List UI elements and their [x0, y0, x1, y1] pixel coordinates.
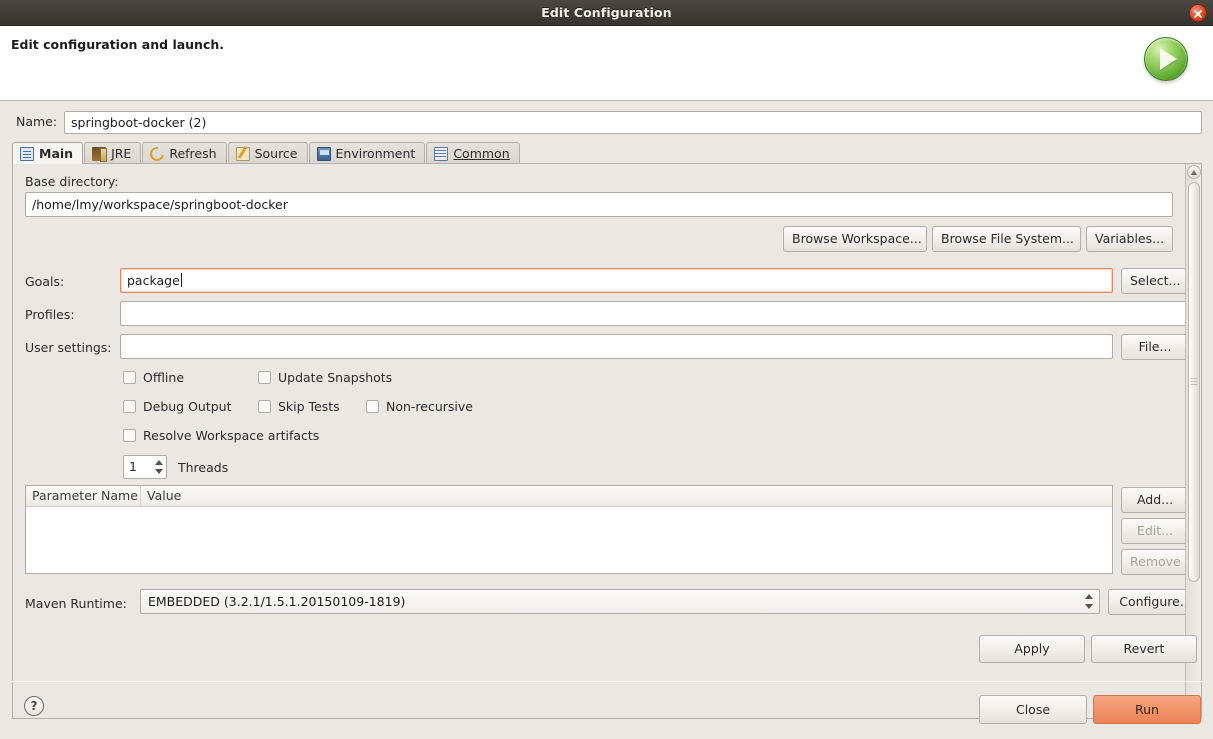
table-header: Parameter Name Value	[26, 486, 1112, 507]
checkbox-box-icon	[123, 371, 136, 384]
run-button[interactable]: Run	[1093, 695, 1201, 724]
apply-button[interactable]: Apply	[979, 635, 1085, 663]
browse-file-system-button[interactable]: Browse File System...	[932, 226, 1081, 252]
tab-refresh[interactable]: Refresh	[142, 142, 227, 164]
goals-input[interactable]: package	[120, 268, 1113, 293]
window-title: Edit Configuration	[541, 5, 672, 20]
text-cursor	[180, 273, 182, 287]
page-title: Edit configuration and launch.	[11, 37, 225, 52]
checkbox-debug-output-label: Debug Output	[143, 399, 232, 414]
tab-environment-label: Environment	[335, 146, 416, 161]
dialog-header: Edit configuration and launch.	[0, 26, 1213, 101]
name-input[interactable]	[64, 111, 1202, 134]
tab-common[interactable]: Common	[426, 142, 520, 164]
help-icon[interactable]: ?	[24, 696, 44, 716]
help-glyph: ?	[30, 699, 38, 713]
profiles-label: Profiles:	[25, 307, 75, 322]
tab-source[interactable]: Source	[227, 142, 308, 164]
parameters-table[interactable]: Parameter Name Value	[25, 485, 1113, 574]
chevron-updown-icon[interactable]	[1083, 593, 1095, 610]
maven-runtime-label: Maven Runtime:	[25, 596, 127, 611]
maven-runtime-configure-button[interactable]: Configure...	[1108, 589, 1185, 615]
jre-tab-icon	[92, 146, 108, 162]
edit-parameter-button: Edit...	[1121, 518, 1185, 544]
run-play-icon	[1141, 34, 1191, 84]
checkbox-non-recursive[interactable]: Non-recursive	[366, 399, 473, 414]
goals-select-button[interactable]: Select...	[1121, 268, 1185, 294]
profiles-input[interactable]	[120, 301, 1185, 326]
base-directory-label: Base directory:	[25, 174, 119, 189]
tab-bar: Main JRE Refresh Source Environment Comm…	[12, 142, 1202, 164]
tab-main[interactable]: Main	[12, 142, 84, 164]
table-body[interactable]	[26, 507, 1112, 573]
footer-divider	[12, 681, 1202, 682]
tab-common-label: Common	[453, 146, 510, 161]
goals-label: Goals:	[25, 274, 65, 289]
checkbox-box-icon	[258, 400, 271, 413]
common-tab-icon	[434, 146, 449, 161]
checkbox-debug-output[interactable]: Debug Output	[123, 399, 232, 414]
revert-button[interactable]: Revert	[1091, 635, 1197, 663]
checkbox-box-icon	[123, 400, 136, 413]
threads-value: 1	[129, 459, 137, 474]
table-column-value[interactable]: Value	[141, 486, 1113, 507]
scroll-up-icon[interactable]	[1187, 165, 1201, 179]
tab-main-label: Main	[39, 146, 74, 161]
user-settings-input[interactable]	[120, 334, 1113, 359]
name-row: Name:	[12, 111, 1202, 135]
refresh-tab-icon	[147, 143, 168, 164]
checkbox-non-recursive-label: Non-recursive	[386, 399, 473, 414]
maven-runtime-select[interactable]: EMBEDDED (3.2.1/1.5.1.20150109-1819)	[140, 589, 1100, 614]
threads-label: Threads	[178, 460, 229, 475]
scrollbar-thumb[interactable]	[1188, 182, 1200, 582]
dialog-body: Name: Main JRE Refresh Source	[0, 101, 1213, 739]
close-button[interactable]: Close	[979, 695, 1087, 724]
maven-runtime-value: EMBEDDED (3.2.1/1.5.1.20150109-1819)	[148, 594, 406, 609]
checkbox-offline[interactable]: Offline	[123, 370, 184, 385]
remove-parameter-button: Remove	[1121, 549, 1185, 575]
user-settings-file-button[interactable]: File...	[1121, 334, 1185, 360]
browse-workspace-button[interactable]: Browse Workspace...	[783, 226, 927, 252]
checkbox-skip-tests[interactable]: Skip Tests	[258, 399, 340, 414]
checkbox-update-snapshots-label: Update Snapshots	[278, 370, 393, 385]
source-tab-icon	[235, 146, 250, 161]
checkbox-resolve-workspace-artifacts[interactable]: Resolve Workspace artifacts	[123, 428, 319, 443]
table-column-parameter-name[interactable]: Parameter Name	[26, 486, 141, 507]
user-settings-label: User settings:	[25, 340, 112, 355]
tab-source-label: Source	[254, 146, 298, 161]
checkbox-skip-tests-label: Skip Tests	[278, 399, 340, 414]
variables-button[interactable]: Variables...	[1086, 226, 1173, 252]
tab-jre-label: JRE	[111, 146, 132, 161]
checkbox-update-snapshots[interactable]: Update Snapshots	[258, 370, 392, 385]
add-parameter-button[interactable]: Add...	[1121, 487, 1185, 513]
edit-configuration-dialog: Edit Configuration Edit configuration an…	[0, 0, 1213, 739]
threads-stepper-arrows-icon[interactable]	[151, 457, 165, 477]
checkbox-box-icon	[258, 371, 271, 384]
goals-input-value: package	[127, 273, 180, 288]
threads-stepper[interactable]: 1	[123, 455, 167, 479]
environment-tab-icon	[316, 146, 331, 161]
checkbox-resolve-workspace-artifacts-label: Resolve Workspace artifacts	[143, 428, 320, 443]
checkbox-offline-label: Offline	[143, 370, 185, 385]
tab-jre[interactable]: JRE	[84, 142, 142, 164]
main-tab-icon	[20, 146, 34, 161]
title-bar: Edit Configuration	[0, 0, 1213, 26]
checkbox-box-icon	[123, 429, 136, 442]
name-label: Name:	[16, 114, 58, 129]
tab-environment[interactable]: Environment	[308, 142, 426, 164]
checkbox-box-icon	[366, 400, 379, 413]
base-directory-input[interactable]	[25, 192, 1173, 217]
tab-refresh-label: Refresh	[169, 146, 217, 161]
close-icon[interactable]	[1189, 4, 1207, 22]
